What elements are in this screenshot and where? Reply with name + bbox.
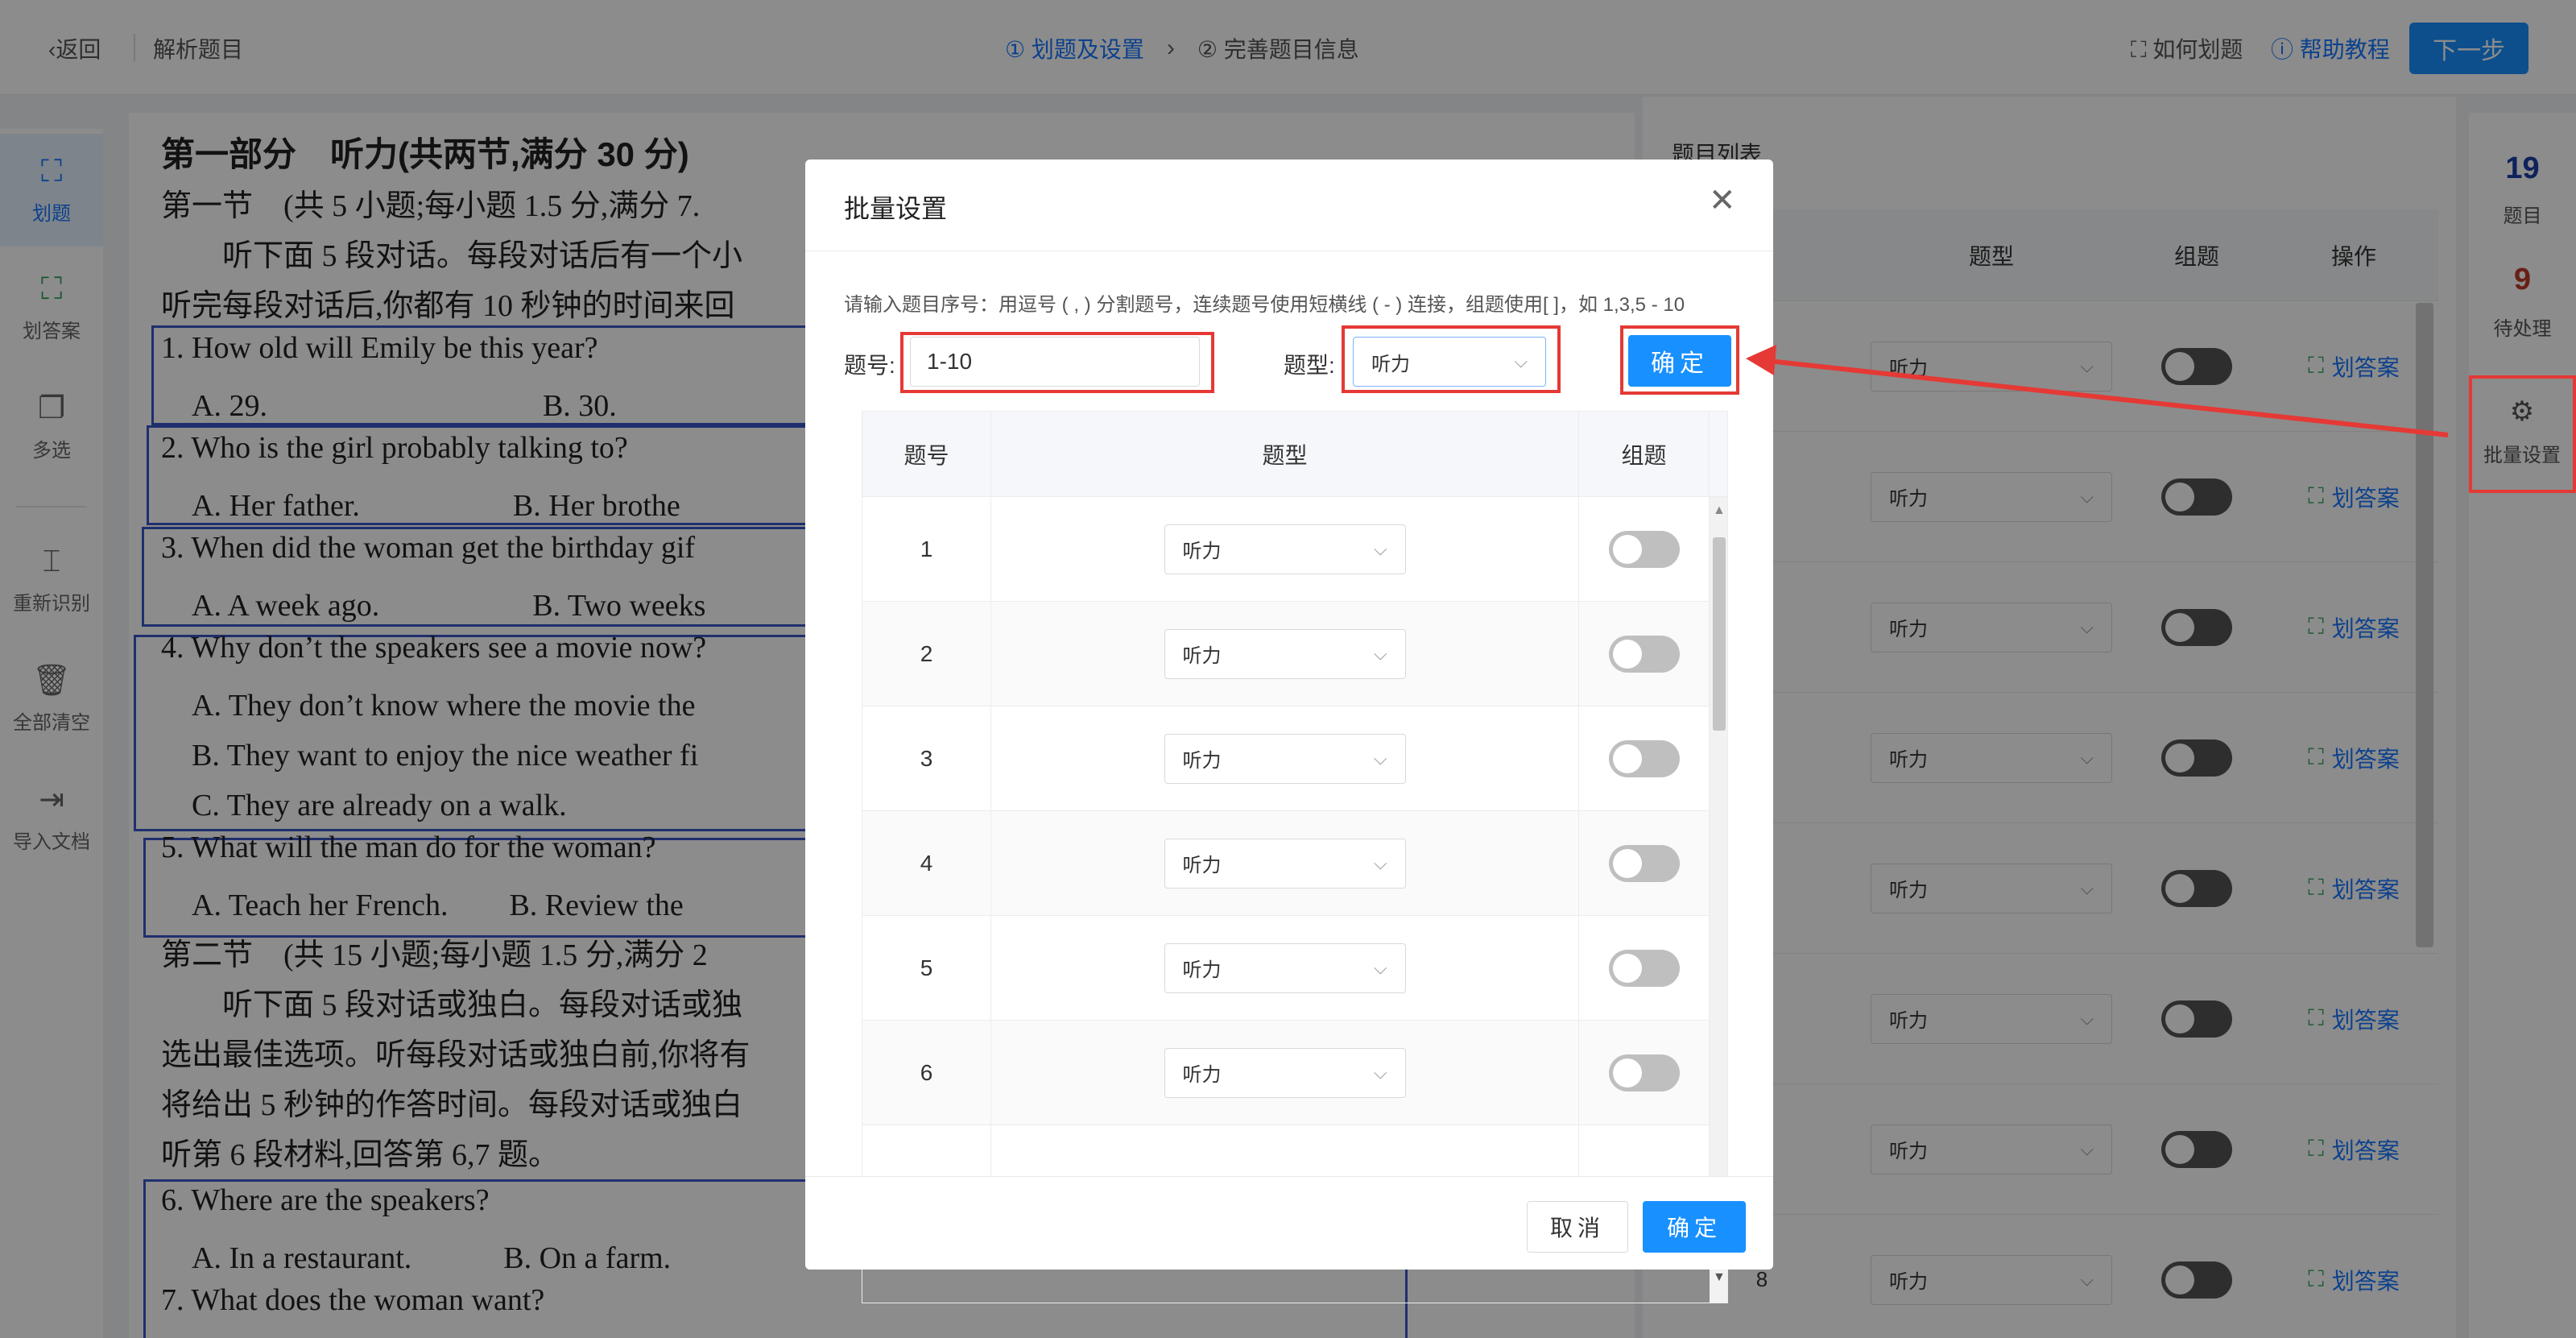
close-icon[interactable]: ✕ bbox=[1709, 182, 1736, 219]
table-row: 2 听力 ⌵ bbox=[862, 602, 1727, 706]
table-header: 题号 题型 组题 bbox=[862, 412, 1727, 497]
highlight-type-select bbox=[1342, 325, 1561, 393]
highlight-number-input bbox=[900, 332, 1214, 393]
question-number-label: 题号: bbox=[844, 353, 895, 378]
group-toggle[interactable] bbox=[1608, 844, 1680, 882]
table-row: 5 听力 ⌵ bbox=[862, 916, 1727, 1021]
scroll-down-icon[interactable]: ▼ bbox=[1713, 1270, 1726, 1285]
chevron-down-icon: ⌵ bbox=[1373, 852, 1387, 873]
table-row: 1 听力 ⌵ bbox=[862, 497, 1727, 602]
input-hint: 请输入题目序号：用逗号 ( , ) 分割题号，连续题号使用短横线 ( - ) 连… bbox=[844, 294, 1685, 316]
ok-button[interactable]: 确定 bbox=[1643, 1201, 1746, 1253]
table-row: 4 听力 ⌵ bbox=[862, 811, 1727, 916]
scroll-up-icon[interactable]: ▲ bbox=[1713, 503, 1726, 518]
chevron-down-icon: ⌵ bbox=[1373, 643, 1387, 664]
cancel-button[interactable]: 取消 bbox=[1527, 1201, 1628, 1253]
chevron-down-icon: ⌵ bbox=[1373, 1062, 1387, 1083]
type-select[interactable]: 听力 ⌵ bbox=[1164, 838, 1406, 889]
highlight-apply-button bbox=[1620, 325, 1739, 395]
dialog-footer: 取消 确定 bbox=[805, 1176, 1773, 1270]
type-select[interactable]: 听力 ⌵ bbox=[1164, 524, 1406, 574]
dialog-header: 批量设置 ✕ bbox=[805, 159, 1773, 251]
scroll-thumb[interactable] bbox=[1713, 537, 1726, 731]
type-select[interactable]: 听力 ⌵ bbox=[1164, 1047, 1406, 1098]
type-select[interactable]: 听力 ⌵ bbox=[1164, 628, 1406, 679]
table-row: 6 听力 ⌵ bbox=[862, 1021, 1727, 1125]
chevron-down-icon: ⌵ bbox=[1373, 538, 1387, 559]
group-toggle[interactable] bbox=[1608, 739, 1680, 777]
group-toggle[interactable] bbox=[1608, 1054, 1680, 1092]
chevron-down-icon: ⌵ bbox=[1373, 748, 1387, 768]
type-select[interactable]: 听力 ⌵ bbox=[1164, 733, 1406, 784]
group-toggle[interactable] bbox=[1608, 635, 1680, 673]
group-toggle[interactable] bbox=[1608, 530, 1680, 568]
dialog-title: 批量设置 bbox=[844, 194, 948, 223]
batch-table: 题号 题型 组题 1 听力 ⌵ 2 听力 ⌵ 3 听力 ⌵ 4 听力 ⌵ 5 听力 ⌵ bbox=[862, 411, 1728, 1303]
highlight-batch-settings bbox=[2469, 375, 2576, 493]
chevron-down-icon: ⌵ bbox=[1373, 957, 1387, 978]
group-toggle[interactable] bbox=[1608, 949, 1680, 987]
question-type-label: 题型: bbox=[1284, 353, 1335, 378]
type-select[interactable]: 听力 ⌵ bbox=[1164, 942, 1406, 993]
table-row: 3 听力 ⌵ bbox=[862, 706, 1727, 811]
